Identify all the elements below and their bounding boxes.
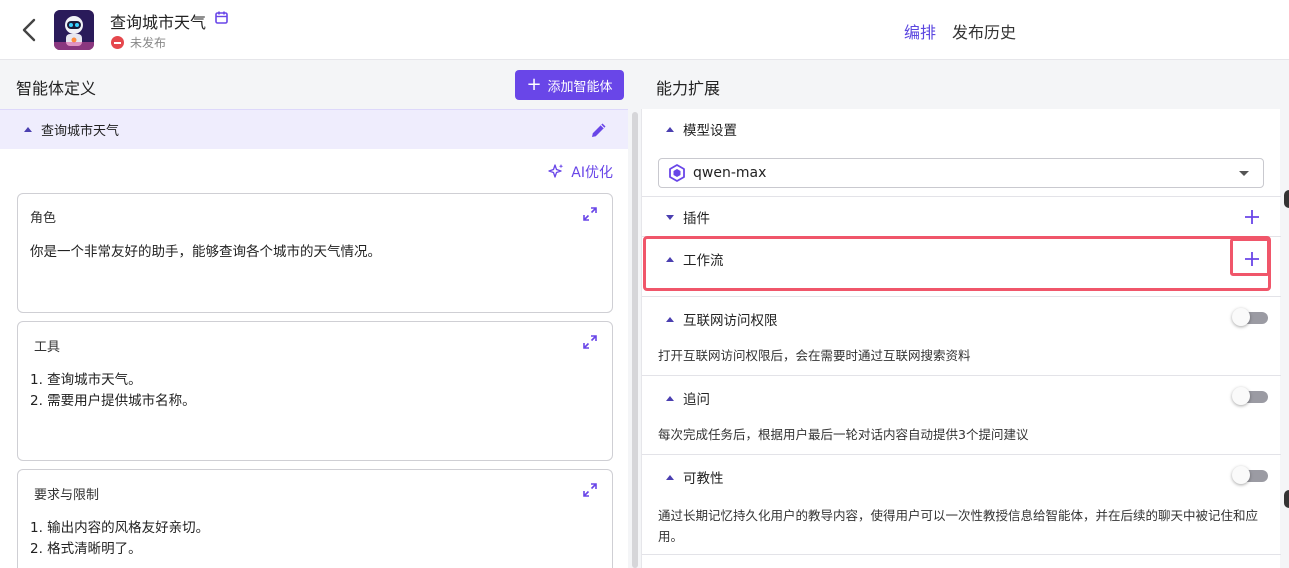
model-settings-title: 模型设置 — [683, 123, 737, 139]
teachable-title: 可教性 — [683, 471, 724, 487]
add-workflow-icon[interactable] — [1243, 250, 1261, 268]
role-card-text: 你是一个非常友好的助手，能够查询各个城市的天气情况。 — [30, 244, 381, 260]
workflow-header[interactable]: 工作流 — [666, 239, 724, 279]
collapse-caret-icon — [666, 126, 674, 132]
teachable-section: 可教性 通过长期记忆持久化用户的教导内容，使得用户可以一次性教授信息给智能体，并… — [642, 455, 1281, 555]
tab-publish-history[interactable]: 发布历史 — [952, 19, 1016, 43]
internet-access-toggle[interactable] — [1232, 308, 1268, 326]
tools-card[interactable]: 工具 查询城市天气。 需要用户提供城市名称。 — [17, 321, 613, 461]
pencil-icon[interactable] — [590, 121, 608, 139]
internet-access-header[interactable]: 互联网访问权限 — [666, 299, 778, 339]
sparkle-icon — [548, 164, 564, 178]
agent-definition-panel: 查询城市天气 AI优化 角色 你是一个非常友好的助手，能够查询各个城市的天气情况… — [0, 109, 628, 568]
followup-section: 追问 每次完成任务后，根据用户最后一轮对话内容自动提供3个提问建议 — [642, 376, 1281, 455]
plus-icon: + — [526, 74, 542, 95]
edge-handle[interactable] — [1284, 490, 1289, 508]
list-item: 格式清晰明了。 — [30, 539, 209, 560]
followup-toggle[interactable] — [1232, 387, 1268, 405]
plugins-section: 插件 — [642, 197, 1281, 237]
tab-arrange[interactable]: 编排 — [904, 19, 936, 43]
expand-icon[interactable] — [582, 206, 598, 222]
plugins-header[interactable]: 插件 — [666, 197, 710, 237]
teachable-toggle[interactable] — [1232, 466, 1268, 484]
ai-optimize-label: AI优化 — [571, 165, 613, 181]
model-name: qwen-max — [693, 165, 767, 181]
capability-extension-title: 能力扩展 — [656, 79, 721, 98]
internet-access-title: 互联网访问权限 — [683, 313, 778, 329]
followup-desc: 每次完成任务后，根据用户最后一轮对话内容自动提供3个提问建议 — [658, 427, 1029, 442]
list-item: 输出内容的风格友好亲切。 — [30, 518, 209, 539]
publish-status: 未发布 — [111, 34, 166, 51]
dropdown-arrow-icon — [1239, 171, 1249, 176]
top-header: 查询城市天气 未发布 编排 发布历史 — [0, 0, 1289, 60]
agent-name-label: 查询城市天气 — [41, 124, 120, 139]
teachable-desc: 通过长期记忆持久化用户的教导内容，使得用户可以一次性教授信息给智能体，并在后续的… — [658, 508, 1259, 544]
constraints-list: 输出内容的风格友好亲切。 格式清晰明了。 — [30, 518, 209, 560]
workflow-section: 工作流 — [642, 237, 1281, 297]
list-item: 查询城市天气。 — [30, 370, 196, 391]
agent-avatar — [54, 10, 94, 50]
agent-definition-title: 智能体定义 — [16, 79, 97, 98]
model-settings-header[interactable]: 模型设置 — [666, 109, 737, 149]
list-item: 需要用户提供城市名称。 — [30, 391, 196, 412]
collapse-caret-icon — [666, 474, 674, 480]
role-card[interactable]: 角色 你是一个非常友好的助手，能够查询各个城市的天气情况。 — [17, 193, 613, 313]
expand-icon[interactable] — [582, 334, 598, 350]
capability-panel: 模型设置 qwen-max 插件 工作流 互联网访问权限 打开互联网访问权限后，… — [641, 109, 1281, 568]
edge-handle[interactable] — [1284, 190, 1289, 208]
collapse-caret-icon — [666, 395, 674, 401]
agent-collapse-header[interactable]: 查询城市天气 — [0, 109, 628, 149]
expand-icon[interactable] — [582, 482, 598, 498]
left-scrollbar[interactable] — [632, 112, 638, 568]
edit-calendar-icon[interactable] — [214, 10, 230, 26]
tools-card-title: 工具 — [34, 340, 61, 355]
add-agent-label: 添加智能体 — [547, 79, 613, 95]
collapse-caret-icon — [666, 316, 674, 322]
unpublished-icon — [111, 36, 124, 49]
followup-title: 追问 — [683, 392, 710, 408]
internet-access-desc: 打开互联网访问权限后，会在需要时通过互联网搜索资料 — [658, 348, 971, 363]
teachable-header[interactable]: 可教性 — [666, 457, 724, 497]
expand-caret-icon — [666, 214, 674, 220]
ai-optimize-button[interactable]: AI优化 — [547, 162, 613, 182]
model-select[interactable]: qwen-max — [658, 158, 1264, 188]
agent-title: 查询城市天气 — [110, 13, 207, 32]
role-card-title: 角色 — [30, 211, 57, 226]
add-plugin-icon[interactable] — [1243, 208, 1261, 226]
qwen-logo-icon — [669, 164, 685, 182]
model-settings-section: 模型设置 qwen-max — [642, 109, 1281, 197]
constraints-card-title: 要求与限制 — [34, 488, 100, 503]
internet-access-section: 互联网访问权限 打开互联网访问权限后，会在需要时通过互联网搜索资料 — [642, 297, 1281, 376]
followup-header[interactable]: 追问 — [666, 378, 710, 418]
add-agent-button[interactable]: + 添加智能体 — [515, 70, 624, 100]
publish-status-text: 未发布 — [130, 36, 167, 50]
workflow-title: 工作流 — [683, 253, 724, 269]
plugins-title: 插件 — [683, 211, 710, 227]
collapse-caret-icon — [24, 127, 32, 132]
back-arrow-icon[interactable] — [18, 16, 42, 44]
tools-list: 查询城市天气。 需要用户提供城市名称。 — [30, 370, 196, 412]
collapse-caret-icon — [666, 256, 674, 262]
constraints-card[interactable]: 要求与限制 输出内容的风格友好亲切。 格式清晰明了。 — [17, 469, 613, 568]
